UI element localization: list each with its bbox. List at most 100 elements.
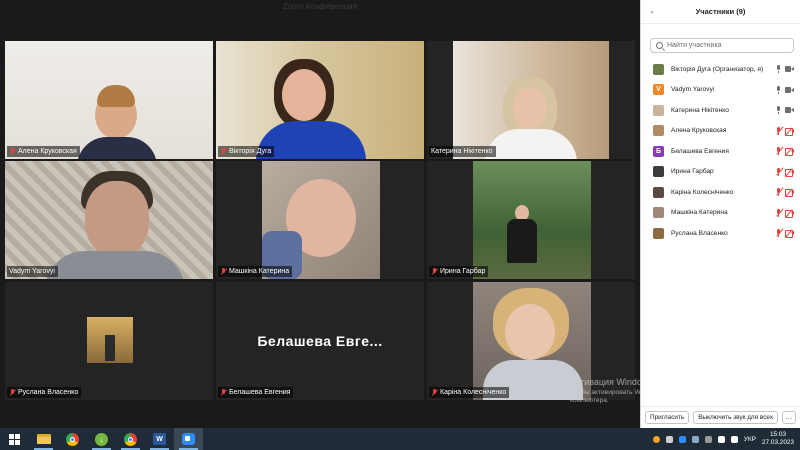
windows-logo-icon: [9, 433, 20, 445]
chrome-button[interactable]: [58, 428, 87, 450]
participant-status-icons: [776, 146, 794, 157]
language-indicator[interactable]: УКР: [744, 436, 756, 443]
chrome-icon: [124, 432, 137, 446]
video-tile[interactable]: Машкіна Катерина: [216, 161, 424, 279]
participant-search-input[interactable]: [667, 42, 777, 49]
avatar: V: [653, 84, 664, 96]
participant-list-item[interactable]: Алена Круковская: [641, 121, 800, 142]
video-tile[interactable]: Катерина Нікітенко: [427, 41, 635, 159]
video-off-icon[interactable]: [785, 168, 794, 177]
participant-list-item[interactable]: V Vadym Yarovyi: [641, 80, 800, 101]
participant-name: Ирина Гарбар: [671, 168, 714, 176]
video-tile[interactable]: Ирина Гарбар: [427, 161, 635, 279]
tray-app-icon[interactable]: [691, 435, 699, 443]
mic-off-icon: [9, 147, 16, 156]
participant-name-tag: Алена Круковская: [7, 146, 80, 157]
torrent-button[interactable]: ↓: [87, 428, 116, 450]
tray-app-icon[interactable]: [665, 435, 673, 443]
participants-panel-footer: Пригласить Выключить звук для всех ...: [641, 406, 800, 428]
mic-off-icon: [431, 267, 438, 276]
mic-muted-icon[interactable]: [776, 187, 784, 197]
zoom-button[interactable]: [174, 428, 203, 450]
participant-list-item[interactable]: Машкіна Катерина: [641, 203, 800, 224]
participant-video: [5, 161, 213, 279]
system-tray: УКР 15:03 27.03.2023: [652, 428, 794, 450]
participant-search[interactable]: [650, 38, 794, 53]
avatar: [653, 227, 664, 239]
avatar: [653, 125, 664, 137]
window-title: Zoom Конференция: [283, 2, 357, 11]
network-icon[interactable]: [717, 435, 725, 443]
start-button[interactable]: [0, 428, 29, 450]
video-tile[interactable]: Руслана Власенко: [5, 282, 213, 400]
participant-video: [5, 41, 213, 159]
mic-muted-icon[interactable]: [776, 208, 784, 217]
video-tile[interactable]: Белашева Евге... Белашева Евгения: [216, 282, 424, 400]
video-tile-active-speaker[interactable]: Vadym Yarovyi: [5, 161, 213, 279]
taskbar-clock[interactable]: 15:03 27.03.2023: [762, 431, 794, 447]
avatar: [653, 63, 664, 75]
video-off-icon[interactable]: [785, 209, 794, 218]
video-camera-icon[interactable]: [785, 86, 794, 93]
participant-video: [216, 41, 424, 159]
mic-icon[interactable]: [776, 85, 781, 94]
search-icon: [656, 42, 663, 49]
participant-name: Белашева Евгения: [671, 147, 729, 155]
mic-off-icon: [220, 147, 227, 156]
volume-icon[interactable]: [730, 435, 738, 443]
mute-all-button[interactable]: Выключить звук для всех: [693, 411, 779, 424]
mic-off-icon: [220, 267, 227, 276]
participant-name: Машкіна Катерина: [671, 209, 728, 217]
chrome-button-2[interactable]: [116, 428, 145, 450]
video-off-icon[interactable]: [785, 127, 794, 136]
mic-icon[interactable]: [776, 65, 781, 74]
tray-app-icon[interactable]: [678, 435, 686, 443]
invite-button[interactable]: Пригласить: [645, 411, 690, 424]
participant-name: Каріна Колесніченко: [671, 188, 734, 196]
video-tile[interactable]: Вікторія Дуга: [216, 41, 424, 159]
participant-list: Вікторія Дуга (Организатор, я) V Vadym Yar…: [641, 59, 800, 244]
chevron-down-icon[interactable]: ⌄: [649, 7, 655, 15]
participant-video: [427, 161, 635, 279]
tray-app-icon[interactable]: [704, 435, 712, 443]
video-camera-icon[interactable]: [785, 66, 794, 73]
more-options-button[interactable]: ...: [782, 411, 797, 424]
participant-status-icons: [776, 65, 794, 74]
mic-muted-icon[interactable]: [776, 228, 784, 238]
participant-name-tag: Белашева Евгения: [218, 387, 294, 398]
participant-status-icons: [776, 208, 794, 218]
video-off-icon[interactable]: [785, 229, 794, 239]
participant-name-tag: Руслана Власенко: [7, 387, 82, 398]
mic-muted-icon[interactable]: [776, 146, 784, 156]
participant-name-tag: Машкіна Катерина: [218, 266, 293, 277]
video-tile[interactable]: Алена Круковская: [5, 41, 213, 159]
participant-status-icons: [776, 106, 794, 115]
word-button[interactable]: W: [145, 428, 174, 450]
avatar: [653, 104, 664, 116]
screen: Zoom Конференция Алена Круковская Віктор…: [0, 0, 800, 450]
file-explorer-button[interactable]: [29, 428, 58, 450]
chrome-icon: [66, 432, 79, 446]
mic-muted-icon[interactable]: [776, 167, 784, 176]
participant-list-item[interactable]: Катерина Нікітенко: [641, 100, 800, 121]
participant-list-item[interactable]: Руслана Власенко: [641, 223, 800, 244]
participant-list-item[interactable]: Б Белашева Евгения: [641, 141, 800, 162]
avatar: [653, 207, 664, 219]
video-off-icon[interactable]: [785, 147, 794, 157]
mic-muted-icon[interactable]: [776, 126, 784, 135]
video-off-icon[interactable]: [785, 188, 794, 198]
video-camera-icon[interactable]: [785, 107, 794, 114]
participant-name-tag: Вікторія Дуга: [218, 146, 275, 157]
participant-list-item[interactable]: Ирина Гарбар: [641, 162, 800, 183]
participant-avatar-placeholder: [5, 282, 213, 400]
participant-name-tag: Ирина Гарбар: [429, 266, 489, 277]
participants-panel-header: ⌄ Участники (9): [641, 0, 800, 24]
mic-icon[interactable]: [776, 106, 781, 115]
participant-list-item[interactable]: Каріна Колесніченко: [641, 182, 800, 203]
tray-app-icon[interactable]: [652, 435, 660, 443]
participant-list-item[interactable]: Вікторія Дуга (Организатор, я): [641, 59, 800, 80]
participants-title: Участники (9): [695, 7, 746, 16]
mic-off-icon: [9, 388, 16, 397]
participant-name-tag: Каріна Колесніченко: [429, 387, 510, 398]
word-icon: W: [153, 433, 166, 445]
